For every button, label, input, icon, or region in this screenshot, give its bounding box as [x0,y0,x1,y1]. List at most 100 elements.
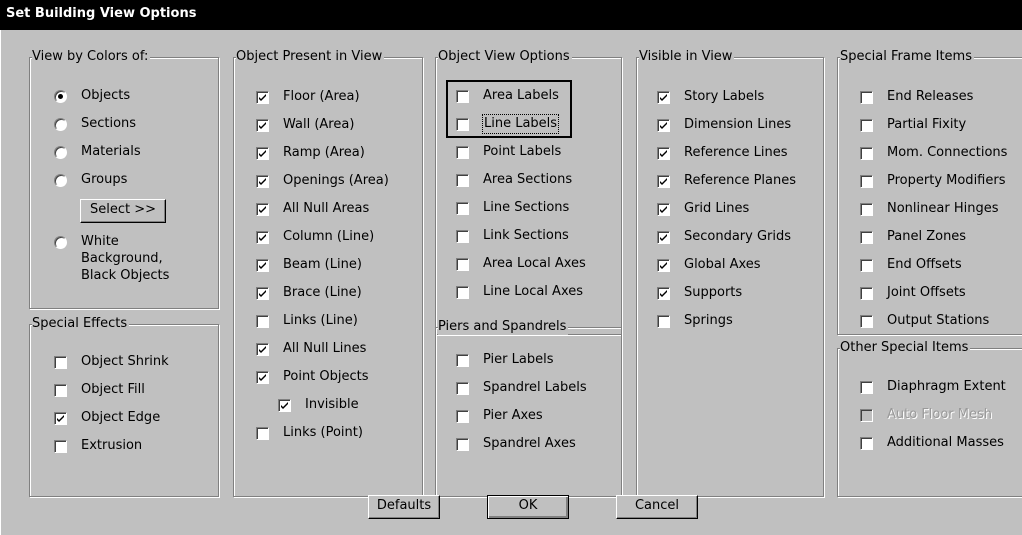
checkbox-unchecked-icon[interactable] [54,383,67,397]
checkbox-end-releases[interactable]: End Releases [860,88,973,106]
checkbox-area-sections[interactable]: Area Sections [456,171,572,189]
checkbox-unchecked-icon[interactable] [860,314,873,328]
checkbox-checked-icon[interactable] [657,286,670,300]
checkbox-unchecked-icon[interactable] [860,118,873,132]
checkbox-springs[interactable]: Springs [657,312,733,330]
checkbox-unchecked-icon[interactable] [456,409,469,423]
checkbox-area-local-axes[interactable]: Area Local Axes [456,255,586,273]
checkbox-checked-icon[interactable] [256,90,269,104]
checkbox-point-objects[interactable]: Point Objects [256,368,369,386]
checkbox-unchecked-icon[interactable] [54,439,67,453]
radio-sections[interactable]: Sections [54,115,136,133]
radio-groups[interactable]: Groups [54,171,127,189]
checkbox-line-sections[interactable]: Line Sections [456,199,569,217]
checkbox-checked-icon[interactable] [657,230,670,244]
checkbox-partial-fixity[interactable]: Partial Fixity [860,116,966,134]
checkbox-checked-icon[interactable] [657,146,670,160]
radio-button[interactable] [54,89,67,103]
checkbox-unchecked-icon[interactable] [456,229,469,243]
checkbox-unchecked-icon[interactable] [456,353,469,367]
checkbox-openings-area[interactable]: Openings (Area) [256,172,389,190]
checkbox-checked-icon[interactable] [256,146,269,160]
checkbox-additional-masses[interactable]: Additional Masses [860,434,1004,452]
checkbox-object-edge[interactable]: Object Edge [54,409,160,427]
checkbox-unchecked-icon[interactable] [860,174,873,188]
checkbox-unchecked-icon[interactable] [456,145,469,159]
checkbox-floor-area[interactable]: Floor (Area) [256,88,360,106]
radio-objects[interactable]: Objects [54,87,130,105]
checkbox-checked-icon[interactable] [278,398,291,412]
checkbox-reference-planes[interactable]: Reference Planes [657,172,796,190]
checkbox-checked-icon[interactable] [256,370,269,384]
checkbox-object-shrink[interactable]: Object Shrink [54,353,169,371]
checkbox-grid-lines[interactable]: Grid Lines [657,200,749,218]
checkbox-ramp-area[interactable]: Ramp (Area) [256,144,365,162]
checkbox-unchecked-icon[interactable] [860,436,873,450]
checkbox-diaphragm-extent[interactable]: Diaphragm Extent [860,378,1006,396]
checkbox-spandrel-labels[interactable]: Spandrel Labels [456,379,587,397]
checkbox-checked-icon[interactable] [256,118,269,132]
checkbox-link-sections[interactable]: Link Sections [456,227,569,245]
checkbox-checked-icon[interactable] [256,258,269,272]
checkbox-all-null-lines[interactable]: All Null Lines [256,340,366,358]
checkbox-unchecked-icon[interactable] [456,173,469,187]
radio-materials[interactable]: Materials [54,143,141,161]
checkbox-checked-icon[interactable] [657,202,670,216]
checkbox-output-stations[interactable]: Output Stations [860,312,989,330]
checkbox-unchecked-icon[interactable] [860,258,873,272]
checkbox-unchecked-icon[interactable] [456,285,469,299]
checkbox-checked-icon[interactable] [657,118,670,132]
checkbox-mom-connections[interactable]: Mom. Connections [860,144,1007,162]
checkbox-invisible[interactable]: Invisible [278,396,359,414]
checkbox-end-offsets[interactable]: End Offsets [860,256,962,274]
checkbox-extrusion[interactable]: Extrusion [54,437,142,455]
checkbox-unchecked-icon[interactable] [456,201,469,215]
checkbox-checked-icon[interactable] [54,411,67,425]
checkbox-unchecked-icon[interactable] [256,314,269,328]
checkbox-unchecked-icon[interactable] [456,89,469,103]
checkbox-reference-lines[interactable]: Reference Lines [657,144,787,162]
checkbox-nonlinear-hinges[interactable]: Nonlinear Hinges [860,200,998,218]
checkbox-checked-icon[interactable] [256,286,269,300]
checkbox-unchecked-icon[interactable] [860,380,873,394]
checkbox-unchecked-icon[interactable] [54,355,67,369]
checkbox-wall-area[interactable]: Wall (Area) [256,116,354,134]
checkbox-unchecked-icon[interactable] [860,202,873,216]
checkbox-spandrel-axes[interactable]: Spandrel Axes [456,435,576,453]
checkbox-area-labels[interactable]: Area Labels [456,87,559,105]
radio-button[interactable] [54,236,67,249]
radio-button[interactable] [54,117,67,131]
cancel-button[interactable]: Cancel [616,495,698,519]
checkbox-unchecked-icon[interactable] [456,257,469,271]
checkbox-unchecked-icon[interactable] [256,426,269,440]
checkbox-checked-icon[interactable] [256,174,269,188]
select-button[interactable]: Select >> [80,199,166,223]
checkbox-checked-icon[interactable] [256,342,269,356]
ok-button[interactable]: OK [487,495,569,519]
checkbox-checked-icon[interactable] [256,230,269,244]
checkbox-checked-icon[interactable] [657,258,670,272]
checkbox-checked-icon[interactable] [657,174,670,188]
checkbox-story-labels[interactable]: Story Labels [657,88,764,106]
checkbox-object-fill[interactable]: Object Fill [54,381,145,399]
checkbox-brace-line[interactable]: Brace (Line) [256,284,362,302]
checkbox-line-labels[interactable]: Line Labels [456,114,560,134]
checkbox-checked-icon[interactable] [657,90,670,104]
checkbox-unchecked-icon[interactable] [456,117,469,131]
checkbox-global-axes[interactable]: Global Axes [657,256,761,274]
checkbox-unchecked-icon[interactable] [860,230,873,244]
checkbox-property-modifiers[interactable]: Property Modifiers [860,172,1005,190]
defaults-button[interactable]: Defaults [368,495,440,519]
checkbox-unchecked-icon[interactable] [860,286,873,300]
checkbox-panel-zones[interactable]: Panel Zones [860,228,966,246]
checkbox-pier-labels[interactable]: Pier Labels [456,351,553,369]
checkbox-unchecked-icon[interactable] [456,437,469,451]
checkbox-unchecked-icon[interactable] [860,146,873,160]
checkbox-supports[interactable]: Supports [657,284,742,302]
checkbox-line-local-axes[interactable]: Line Local Axes [456,283,583,301]
checkbox-pier-axes[interactable]: Pier Axes [456,407,543,425]
checkbox-unchecked-icon[interactable] [860,90,873,104]
checkbox-point-labels[interactable]: Point Labels [456,143,561,161]
checkbox-column-line[interactable]: Column (Line) [256,228,374,246]
checkbox-joint-offsets[interactable]: Joint Offsets [860,284,966,302]
